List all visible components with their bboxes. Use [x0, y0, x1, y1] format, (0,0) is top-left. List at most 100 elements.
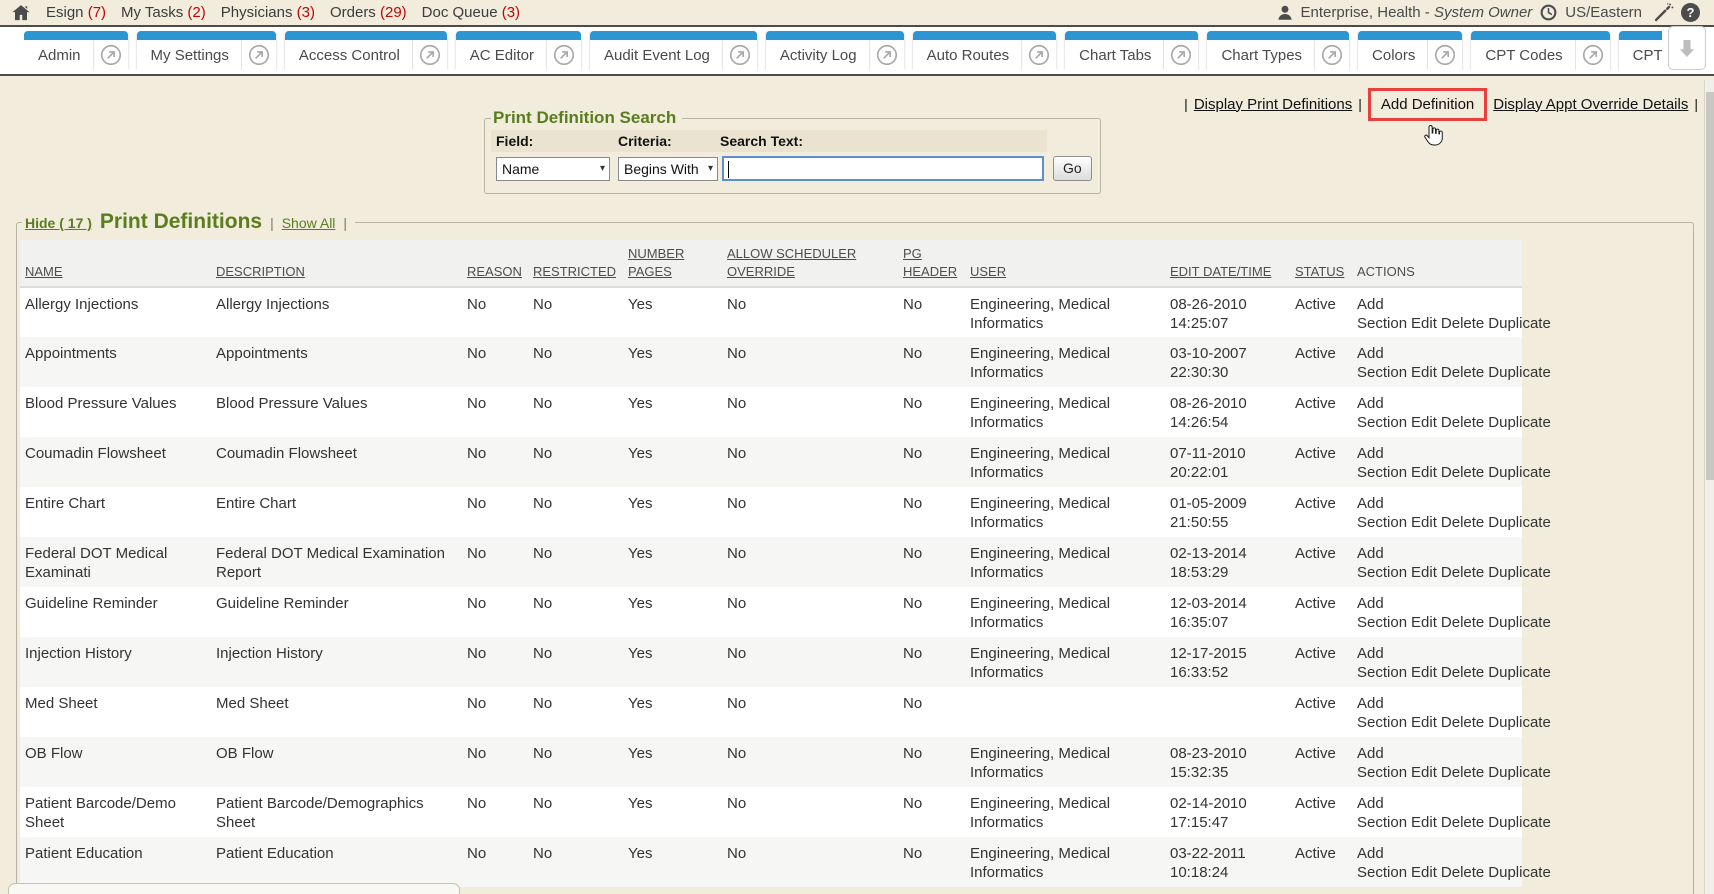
- action-edit-link[interactable]: Edit: [1411, 614, 1437, 631]
- tab-overflow-button[interactable]: [1668, 26, 1706, 70]
- action-add-section-link[interactable]: Add Section: [1357, 795, 1407, 831]
- action-edit-link[interactable]: Edit: [1411, 764, 1437, 781]
- display-appt-override-details-link[interactable]: Display Appt Override Details: [1493, 96, 1688, 113]
- clock-icon[interactable]: [1539, 3, 1558, 22]
- tab-auto-routes[interactable]: Auto Routes: [913, 31, 1057, 70]
- action-add-section-link[interactable]: Add Section: [1357, 595, 1407, 631]
- tab-chart-tabs[interactable]: Chart Tabs: [1065, 31, 1198, 70]
- open-in-new-window-icon[interactable]: [1428, 44, 1462, 66]
- action-delete-link[interactable]: Delete: [1441, 764, 1484, 781]
- action-delete-link[interactable]: Delete: [1441, 664, 1484, 681]
- action-edit-link[interactable]: Edit: [1411, 714, 1437, 731]
- wand-icon[interactable]: [1653, 2, 1674, 23]
- action-add-section-link[interactable]: Add Section: [1357, 645, 1407, 681]
- column-header-restricted[interactable]: RESTRICTED: [533, 240, 628, 287]
- column-header-user[interactable]: USER: [970, 240, 1170, 287]
- horizontal-scrollbar-thumb[interactable]: [8, 883, 460, 894]
- tab-my-settings[interactable]: My Settings: [137, 31, 276, 70]
- column-header-description[interactable]: DESCRIPTION: [216, 240, 467, 287]
- action-delete-link[interactable]: Delete: [1441, 414, 1484, 431]
- action-duplicate-link[interactable]: Duplicate: [1488, 514, 1551, 531]
- action-duplicate-link[interactable]: Duplicate: [1488, 364, 1551, 381]
- top-nav-item-orders[interactable]: Orders (29): [330, 4, 407, 21]
- action-add-section-link[interactable]: Add Section: [1357, 445, 1407, 481]
- action-duplicate-link[interactable]: Duplicate: [1488, 814, 1551, 831]
- action-delete-link[interactable]: Delete: [1441, 315, 1484, 332]
- open-in-new-window-icon[interactable]: [547, 44, 581, 66]
- action-edit-link[interactable]: Edit: [1411, 664, 1437, 681]
- column-header-status[interactable]: STATUS: [1295, 240, 1357, 287]
- tab-colors[interactable]: Colors: [1358, 31, 1462, 70]
- action-edit-link[interactable]: Edit: [1411, 864, 1437, 881]
- action-delete-link[interactable]: Delete: [1441, 464, 1484, 481]
- timezone-label[interactable]: US/Eastern: [1565, 4, 1642, 21]
- criteria-select[interactable]: Begins With▾: [618, 157, 718, 181]
- action-delete-link[interactable]: Delete: [1441, 714, 1484, 731]
- tab-audit-event-log[interactable]: Audit Event Log: [590, 31, 757, 70]
- column-header-edit-datetime[interactable]: EDIT DATE/TIME: [1170, 240, 1295, 287]
- action-add-section-link[interactable]: Add Section: [1357, 395, 1407, 431]
- help-icon[interactable]: ?: [1681, 3, 1700, 22]
- tab-cpt-codes[interactable]: CPT Codes: [1471, 31, 1609, 70]
- action-add-section-link[interactable]: Add Section: [1357, 845, 1407, 881]
- action-duplicate-link[interactable]: Duplicate: [1488, 614, 1551, 631]
- top-nav-item-my-tasks[interactable]: My Tasks (2): [121, 4, 206, 21]
- action-add-section-link[interactable]: Add Section: [1357, 296, 1407, 332]
- open-in-new-window-icon[interactable]: [1164, 44, 1198, 66]
- vertical-scrollbar-thumb[interactable]: [1706, 92, 1714, 480]
- action-add-section-link[interactable]: Add Section: [1357, 545, 1407, 581]
- action-add-section-link[interactable]: Add Section: [1357, 495, 1407, 531]
- go-button[interactable]: Go: [1053, 156, 1092, 181]
- home-icon[interactable]: [10, 3, 32, 23]
- open-in-new-window-icon[interactable]: [723, 44, 757, 66]
- action-duplicate-link[interactable]: Duplicate: [1488, 464, 1551, 481]
- open-in-new-window-icon[interactable]: [870, 44, 904, 66]
- column-header-reason[interactable]: REASON: [467, 240, 533, 287]
- action-delete-link[interactable]: Delete: [1441, 564, 1484, 581]
- hide-link[interactable]: Hide ( 17 ): [25, 215, 92, 231]
- vertical-scrollbar[interactable]: [1704, 80, 1714, 894]
- top-nav-item-physicians[interactable]: Physicians (3): [221, 4, 315, 21]
- tab-chart-types[interactable]: Chart Types: [1207, 31, 1349, 70]
- open-in-new-window-icon[interactable]: [1576, 44, 1610, 66]
- tab-cpt-requirements[interactable]: CPT Requirements: [1619, 31, 1662, 70]
- action-duplicate-link[interactable]: Duplicate: [1488, 414, 1551, 431]
- tab-activity-log[interactable]: Activity Log: [766, 31, 904, 70]
- display-print-definitions-link[interactable]: Display Print Definitions: [1194, 96, 1352, 113]
- tab-ac-editor[interactable]: AC Editor: [456, 31, 581, 70]
- action-delete-link[interactable]: Delete: [1441, 864, 1484, 881]
- action-duplicate-link[interactable]: Duplicate: [1488, 764, 1551, 781]
- action-edit-link[interactable]: Edit: [1411, 564, 1437, 581]
- action-duplicate-link[interactable]: Duplicate: [1488, 564, 1551, 581]
- open-in-new-window-icon[interactable]: [94, 44, 128, 66]
- column-header-pg-header[interactable]: PG HEADER: [903, 240, 970, 287]
- top-nav-item-doc-queue[interactable]: Doc Queue (3): [422, 4, 520, 21]
- action-edit-link[interactable]: Edit: [1411, 315, 1437, 332]
- action-edit-link[interactable]: Edit: [1411, 464, 1437, 481]
- action-delete-link[interactable]: Delete: [1441, 514, 1484, 531]
- search-text-input[interactable]: [722, 156, 1044, 181]
- action-add-section-link[interactable]: Add Section: [1357, 745, 1407, 781]
- action-duplicate-link[interactable]: Duplicate: [1488, 664, 1551, 681]
- action-edit-link[interactable]: Edit: [1411, 364, 1437, 381]
- column-header-number-pages[interactable]: NUMBER PAGES: [628, 240, 727, 287]
- action-edit-link[interactable]: Edit: [1411, 414, 1437, 431]
- action-add-section-link[interactable]: Add Section: [1357, 695, 1407, 731]
- action-delete-link[interactable]: Delete: [1441, 364, 1484, 381]
- action-add-section-link[interactable]: Add Section: [1357, 345, 1407, 381]
- action-edit-link[interactable]: Edit: [1411, 814, 1437, 831]
- show-all-link[interactable]: Show All: [282, 215, 336, 231]
- action-duplicate-link[interactable]: Duplicate: [1488, 864, 1551, 881]
- action-delete-link[interactable]: Delete: [1441, 814, 1484, 831]
- add-definition-link[interactable]: Add Definition: [1381, 96, 1474, 113]
- action-duplicate-link[interactable]: Duplicate: [1488, 315, 1551, 332]
- action-edit-link[interactable]: Edit: [1411, 514, 1437, 531]
- top-nav-item-esign[interactable]: Esign (7): [46, 4, 106, 21]
- open-in-new-window-icon[interactable]: [413, 44, 447, 66]
- open-in-new-window-icon[interactable]: [1315, 44, 1349, 66]
- action-duplicate-link[interactable]: Duplicate: [1488, 714, 1551, 731]
- field-select[interactable]: Name▾: [496, 157, 610, 181]
- column-header-name[interactable]: NAME: [20, 240, 216, 287]
- tab-admin[interactable]: Admin: [24, 31, 128, 70]
- tab-access-control[interactable]: Access Control: [285, 31, 447, 70]
